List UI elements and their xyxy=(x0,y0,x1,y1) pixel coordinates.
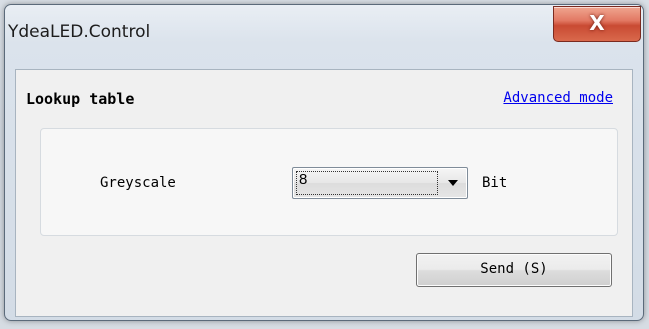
close-button[interactable]: X xyxy=(553,6,641,42)
greyscale-select-value: 8 xyxy=(299,171,308,188)
section-title: Lookup table xyxy=(26,90,135,108)
bit-unit-label: Bit xyxy=(482,175,508,191)
send-button[interactable]: Send (S) xyxy=(416,253,612,287)
chevron-down-icon[interactable] xyxy=(448,180,458,186)
advanced-mode-link[interactable]: Advanced mode xyxy=(503,90,613,106)
window-title: YdeaLED.Control xyxy=(8,22,151,42)
greyscale-select[interactable]: 8 xyxy=(292,167,468,199)
focus-rect xyxy=(296,171,438,195)
greyscale-label: Greyscale xyxy=(100,175,176,191)
